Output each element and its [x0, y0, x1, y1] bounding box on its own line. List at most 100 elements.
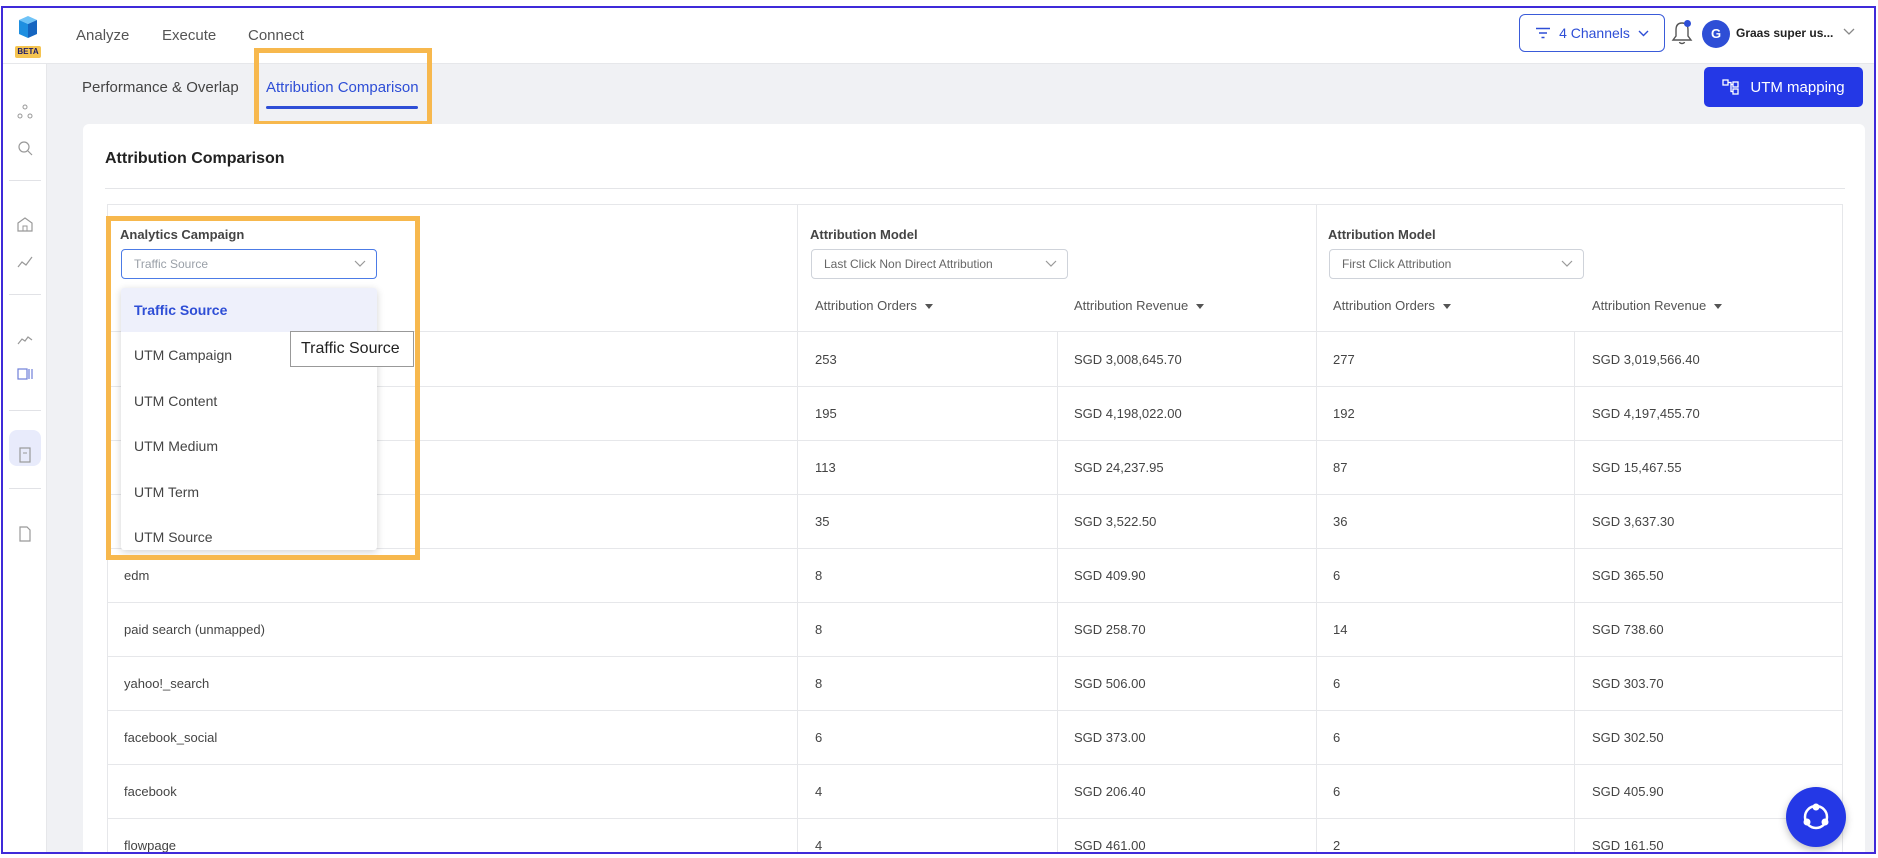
campaign-cell: flowpage [124, 838, 177, 853]
orders-cell-1: 195 [815, 406, 837, 421]
column-divider [1316, 204, 1317, 852]
app-frame: BETA Analyze Execute Connect 4 Channels … [1, 6, 1876, 854]
chevron-down-icon [1638, 30, 1649, 36]
card-divider [105, 188, 1845, 189]
sort-header-orders-1[interactable]: Attribution Orders [815, 298, 933, 313]
sort-caret-icon [1714, 304, 1723, 310]
utm-mapping-label: UTM mapping [1750, 78, 1845, 96]
sidebar-divider [9, 180, 41, 181]
row-divider [107, 764, 1843, 765]
beta-badge: BETA [15, 46, 41, 58]
utm-mapping-button[interactable]: UTM mapping [1704, 67, 1863, 107]
attribution-model-header-2: Attribution Model [1328, 227, 1436, 242]
campaign-cell: edm [124, 568, 150, 583]
revenue-cell-1: SGD 24,237.95 [1074, 460, 1164, 475]
highlight-box-dropdown [106, 216, 420, 560]
support-icon [1803, 803, 1829, 830]
network-icon[interactable] [17, 104, 33, 120]
revenue-cell-1: SGD 258.70 [1074, 622, 1146, 637]
revenue-cell-1: SGD 3,008,645.70 [1074, 352, 1182, 367]
orders-cell-1: 4 [815, 784, 823, 799]
document-icon[interactable] [17, 526, 33, 542]
orders-cell-1: 6 [815, 730, 823, 745]
nav-analyze[interactable]: Analyze [76, 27, 129, 44]
attribution-model-select-2[interactable]: First Click Attribution [1329, 249, 1584, 279]
attribution-model-select-1[interactable]: Last Click Non Direct Attribution [811, 249, 1068, 279]
orders-cell-2: 2 [1333, 838, 1341, 853]
sub-header-label: Attribution Orders [1333, 298, 1435, 313]
revenue-cell-1: SGD 409.90 [1074, 568, 1146, 583]
orders-cell-1: 8 [815, 622, 823, 637]
sidebar-divider [9, 410, 41, 411]
channels-filter-button[interactable]: 4 Channels [1519, 14, 1665, 52]
revenue-cell-2: SGD 4,197,455.70 [1592, 406, 1700, 421]
sub-header-label: Attribution Revenue [1074, 298, 1189, 313]
attribution-model-header-1: Attribution Model [810, 227, 918, 242]
sub-header-label: Attribution Orders [815, 298, 917, 313]
orders-cell-1: 8 [815, 568, 823, 583]
line-chart-icon[interactable] [17, 332, 33, 348]
campaign-cell: yahoo!_search [124, 676, 210, 691]
orders-cell-2: 6 [1333, 676, 1341, 691]
user-name[interactable]: Graas super us... [1736, 26, 1833, 40]
revenue-cell-2: SGD 3,637.30 [1592, 514, 1675, 529]
attribution-icon[interactable] [17, 366, 33, 382]
orders-cell-2: 87 [1333, 460, 1348, 475]
revenue-cell-2: SGD 365.50 [1592, 568, 1664, 583]
revenue-cell-2: SGD 3,019,566.40 [1592, 352, 1700, 367]
chevron-down-icon[interactable] [1843, 28, 1855, 36]
orders-cell-2: 192 [1333, 406, 1355, 421]
row-divider [107, 602, 1843, 603]
row-divider [107, 818, 1843, 819]
revenue-cell-1: SGD 3,522.50 [1074, 514, 1157, 529]
filter-icon [1536, 27, 1551, 39]
nav-connect[interactable]: Connect [248, 27, 304, 44]
logo-icon [19, 16, 37, 38]
chevron-down-icon [1045, 260, 1057, 267]
orders-cell-1: 8 [815, 676, 823, 691]
sort-header-revenue-2[interactable]: Attribution Revenue [1592, 298, 1723, 313]
revenue-cell-2: SGD 15,467.55 [1592, 460, 1682, 475]
orders-cell-2: 6 [1333, 568, 1341, 583]
mapping-icon [1722, 79, 1740, 95]
notification-dot [1684, 20, 1691, 27]
attribution-model-value-2: First Click Attribution [1342, 257, 1452, 271]
attribution-model-value-1: Last Click Non Direct Attribution [824, 257, 993, 271]
sort-header-orders-2[interactable]: Attribution Orders [1333, 298, 1451, 313]
channels-label: 4 Channels [1559, 25, 1630, 41]
avatar[interactable]: G [1702, 20, 1730, 48]
row-divider [107, 710, 1843, 711]
orders-cell-2: 6 [1333, 784, 1341, 799]
orders-cell-2: 6 [1333, 730, 1341, 745]
orders-cell-2: 14 [1333, 622, 1348, 637]
sort-caret-icon [924, 304, 933, 310]
search-icon[interactable] [17, 140, 33, 156]
revenue-cell-1: SGD 461.00 [1074, 838, 1146, 853]
revenue-cell-2: SGD 405.90 [1592, 784, 1664, 799]
orders-cell-1: 253 [815, 352, 837, 367]
revenue-cell-1: SGD 506.00 [1074, 676, 1146, 691]
sort-caret-icon [1196, 304, 1205, 310]
trend-icon[interactable] [17, 254, 33, 270]
chevron-down-icon [1561, 260, 1573, 267]
campaign-cell: facebook_social [124, 730, 218, 745]
orders-cell-1: 4 [815, 838, 823, 853]
revenue-cell-1: SGD 4,198,022.00 [1074, 406, 1182, 421]
column-divider [797, 204, 798, 852]
orders-cell-1: 113 [815, 460, 836, 475]
app-logo[interactable]: BETA [13, 16, 43, 58]
nav-execute[interactable]: Execute [162, 27, 216, 44]
column-divider [1574, 331, 1575, 852]
revenue-cell-2: SGD 161.50 [1592, 838, 1664, 853]
revenue-cell-1: SGD 206.40 [1074, 784, 1146, 799]
sidebar-divider [9, 488, 41, 489]
revenue-cell-2: SGD 738.60 [1592, 622, 1664, 637]
store-icon[interactable] [17, 216, 33, 232]
report-icon[interactable] [17, 447, 33, 463]
revenue-cell-2: SGD 302.50 [1592, 730, 1664, 745]
tab-performance-overlap[interactable]: Performance & Overlap [82, 79, 239, 96]
sort-header-revenue-1[interactable]: Attribution Revenue [1074, 298, 1205, 313]
orders-cell-2: 277 [1333, 352, 1355, 367]
help-chat-button[interactable] [1786, 787, 1846, 847]
highlight-box-tab [254, 48, 432, 126]
